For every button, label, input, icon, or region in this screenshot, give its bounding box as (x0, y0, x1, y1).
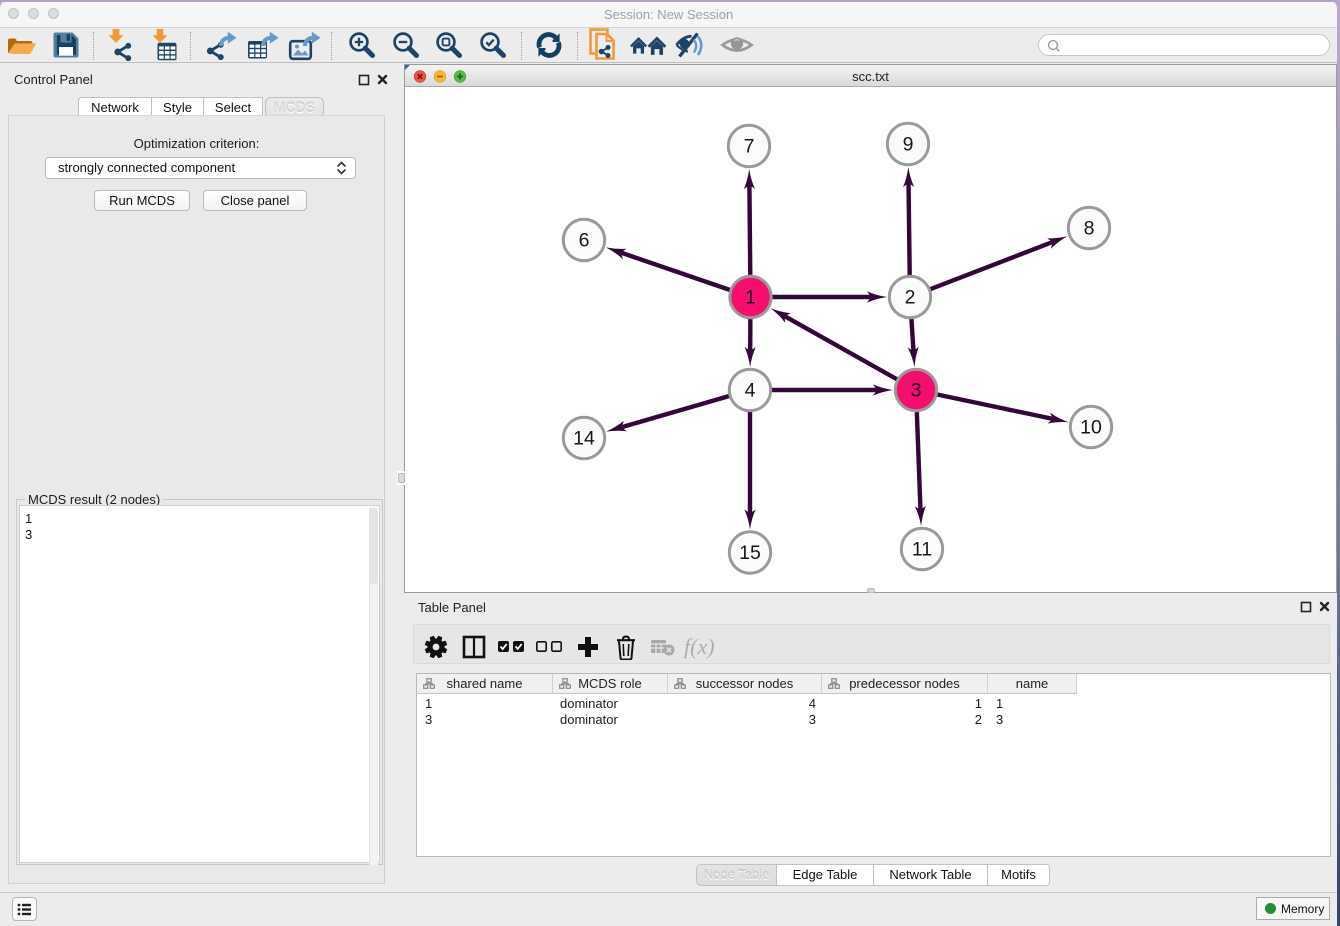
svg-text:4: 4 (745, 380, 756, 402)
svg-text:15: 15 (739, 542, 761, 564)
svg-text:2: 2 (905, 287, 916, 309)
svg-text:9: 9 (903, 134, 914, 156)
svg-text:14: 14 (573, 428, 595, 450)
svg-text:7: 7 (744, 136, 755, 158)
svg-text:1: 1 (745, 287, 756, 309)
svg-text:8: 8 (1084, 218, 1095, 240)
svg-text:6: 6 (579, 230, 590, 252)
svg-text:3: 3 (911, 380, 922, 402)
svg-text:10: 10 (1080, 417, 1102, 439)
svg-text:f(x): f(x) (684, 634, 715, 659)
svg-text:11: 11 (912, 539, 932, 561)
